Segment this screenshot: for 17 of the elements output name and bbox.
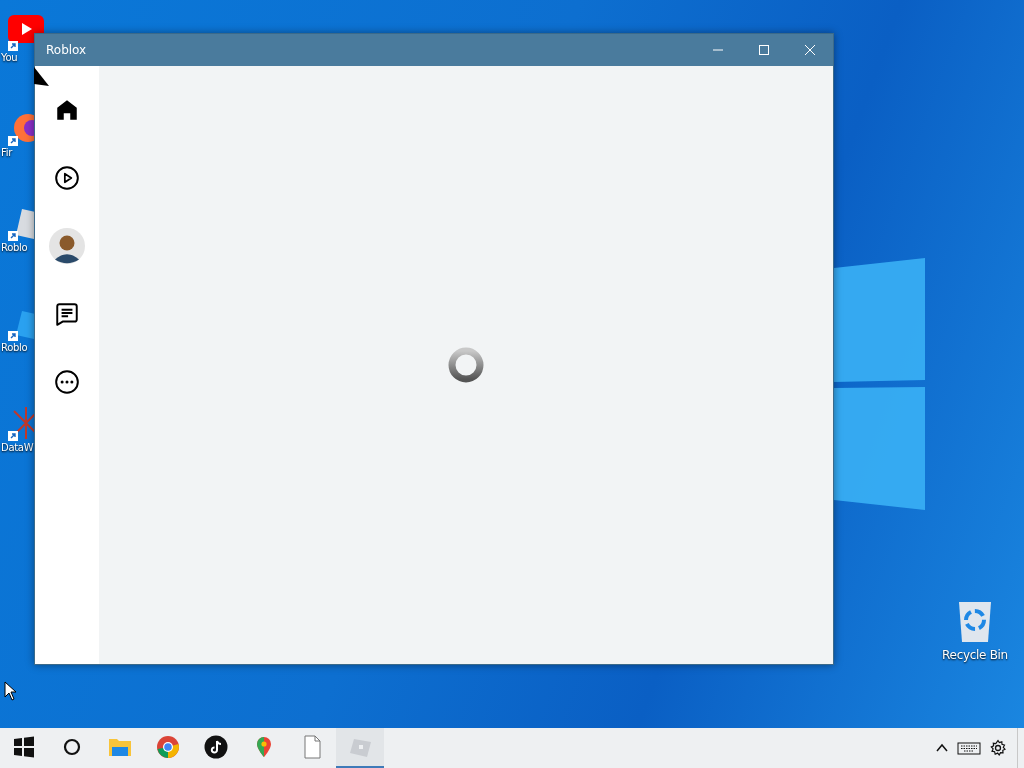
cursor-icon bbox=[33, 66, 49, 88]
icon-label: Roblo bbox=[1, 341, 28, 355]
browser-icon bbox=[156, 735, 180, 759]
icon-label: You bbox=[1, 51, 18, 65]
icon-label: Fir bbox=[1, 146, 12, 160]
keyboard-icon[interactable] bbox=[957, 741, 981, 755]
icon-label: DataW bbox=[1, 441, 34, 455]
start-icon bbox=[12, 735, 36, 759]
maximize-icon bbox=[758, 45, 770, 55]
settings-icon[interactable] bbox=[989, 739, 1007, 757]
window-title: Roblox bbox=[46, 43, 88, 57]
cursor-icon bbox=[4, 681, 18, 701]
icon-label: Roblo bbox=[1, 241, 28, 255]
icon-label: Recycle Bin bbox=[942, 648, 1008, 662]
music-note-icon bbox=[204, 735, 228, 759]
shortcut-icon bbox=[8, 15, 44, 51]
close-icon bbox=[804, 45, 816, 55]
